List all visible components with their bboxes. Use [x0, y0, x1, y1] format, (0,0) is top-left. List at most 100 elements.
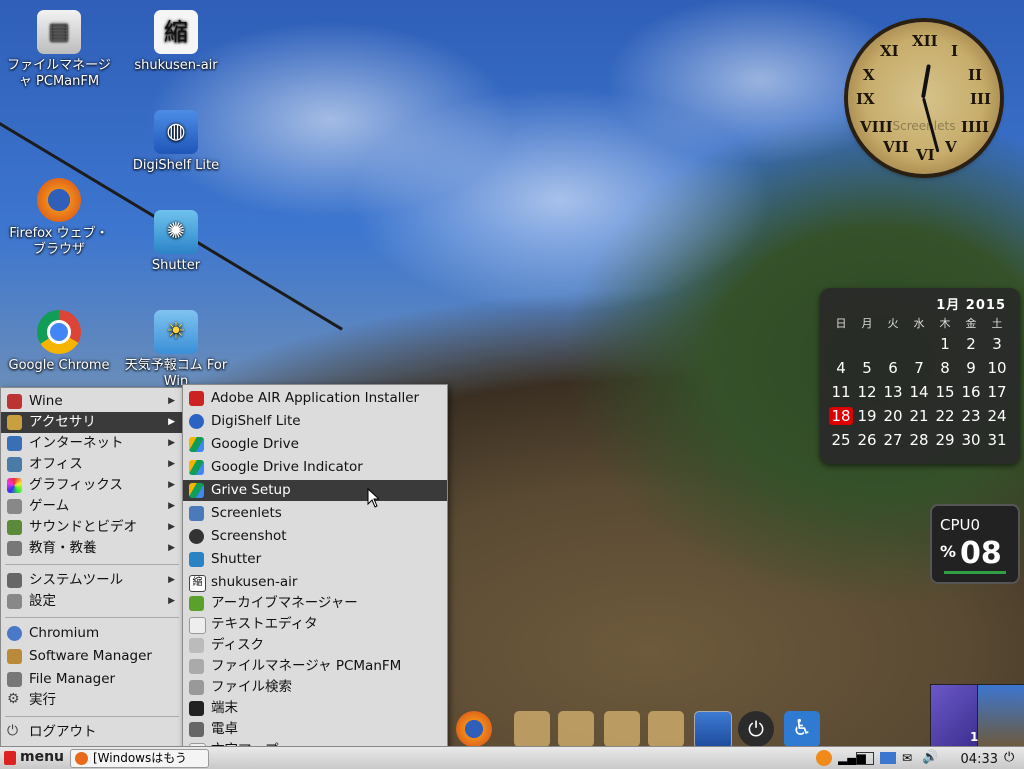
submenu-item-archive-manager[interactable]: アーカイブマネージャー — [183, 593, 447, 614]
menu-item-file-manager[interactable]: File Manager — [1, 669, 183, 690]
menu-item-label: ファイルマネージャ PCManFM — [211, 658, 402, 674]
desktop-icon-label: shukusen-air — [134, 58, 218, 73]
menu-item-sound-video[interactable]: サウンドとビデオ ▶ — [1, 517, 183, 538]
menu-item-logout[interactable]: ⏻ ログアウト — [1, 722, 183, 743]
submenu-item-shutter[interactable]: Shutter — [183, 549, 447, 570]
calculator-icon — [189, 722, 204, 737]
submenu-item-calculator[interactable]: 電卓 — [183, 719, 447, 740]
menu-item-internet[interactable]: インターネット ▶ — [1, 433, 183, 454]
menu-item-education[interactable]: 教育・教養 ▶ — [1, 538, 183, 559]
clock-time[interactable]: 04:33 — [961, 752, 998, 767]
desktop-icon-label: DigiShelf Lite — [132, 158, 220, 173]
menu-item-accessories[interactable]: アクセサリ ▶ — [1, 412, 183, 433]
submenu-item-terminal[interactable]: 端末 — [183, 698, 447, 719]
submenu-arrow-icon: ▶ — [168, 459, 175, 469]
calendar-week-row: 1 2 3 — [828, 332, 1010, 356]
menu-item-run[interactable]: ⚙ 実行 — [1, 690, 183, 711]
calendar-grid: 日 月 火 水 木 金 土 1 2 3 4 5 6 7 8 9 10 11 12… — [828, 314, 1010, 452]
dock-accessibility-icon[interactable]: ♿ — [784, 711, 820, 747]
calendar-screenlet[interactable]: 1月 2015 日 月 火 水 木 金 土 1 2 3 4 5 6 7 8 9 … — [820, 288, 1020, 464]
digishelf-icon — [189, 414, 204, 429]
submenu-arrow-icon: ▶ — [168, 438, 175, 448]
dock-firefox-icon[interactable] — [456, 711, 492, 747]
submenu-arrow-icon: ▶ — [168, 417, 175, 427]
education-icon — [7, 541, 22, 556]
chat-icon[interactable]: ✉ — [902, 750, 918, 766]
submenu-item-disks[interactable]: ディスク — [183, 635, 447, 656]
desktop-icon-label: Shutter — [151, 258, 201, 273]
battery-icon[interactable] — [856, 752, 874, 765]
file-manager-icon: ▤ — [37, 10, 81, 54]
menu-item-label: アクセサリ — [29, 414, 96, 430]
clock-numeral: VII — [883, 138, 909, 156]
desktop-icon-shutter[interactable]: ✺ Shutter — [121, 210, 231, 274]
calendar-weekday: 月 — [861, 317, 873, 330]
calendar-day — [828, 332, 854, 356]
submenu-item-file-search[interactable]: ファイル検索 — [183, 677, 447, 698]
calendar-day: 7 — [914, 359, 924, 377]
calendar-week-row: 11 12 13 14 15 16 17 — [828, 380, 1010, 404]
input-method-icon[interactable] — [816, 750, 832, 766]
calendar-day: 21 — [909, 407, 929, 425]
menu-item-label: Adobe AIR Application Installer — [211, 390, 420, 406]
cpu-monitor-screenlet[interactable]: CPU0 % 08 — [930, 504, 1020, 584]
dock-power-icon[interactable]: ⏻ — [738, 711, 774, 747]
calendar-day — [854, 332, 880, 356]
calendar-day: 27 — [883, 431, 903, 449]
taskbar-window-button[interactable]: [Windowsはもう — [70, 749, 209, 768]
desktop-icon-shukusen[interactable]: 縮 shukusen-air — [121, 10, 231, 74]
settings-icon — [7, 594, 22, 609]
submenu-arrow-icon: ▶ — [168, 501, 175, 511]
disk-icon — [189, 638, 204, 653]
workspace-2-thumbnail[interactable] — [977, 684, 1024, 748]
menu-item-system-tools[interactable]: システムツール ▶ — [1, 570, 183, 591]
dock-monitor-icon[interactable] — [694, 711, 732, 749]
taskbar-window-label: [Windowsはもう — [93, 751, 187, 765]
menu-item-office[interactable]: オフィス ▶ — [1, 454, 183, 475]
calendar-day: 6 — [888, 359, 898, 377]
screenlets-icon — [189, 506, 204, 521]
display-icon[interactable] — [880, 752, 896, 764]
menu-item-games[interactable]: ゲーム ▶ — [1, 496, 183, 517]
clock-screenlet[interactable]: XII I II III IIII V VI VII VIII IX X XI … — [848, 22, 1000, 174]
network-signal-icon[interactable]: ▂▄▆ — [838, 750, 866, 766]
menu-item-chromium[interactable]: Chromium — [1, 623, 183, 644]
desktop-icon-weather[interactable]: ☀ 天気予報コム For Win — [121, 310, 231, 390]
submenu-item-shukusen[interactable]: 縮 shukusen-air — [183, 572, 447, 593]
workspace-pager[interactable]: 1 — [930, 684, 1024, 748]
clock-numeral: II — [968, 66, 983, 84]
submenu-item-google-drive[interactable]: Google Drive — [183, 434, 447, 455]
firefox-icon — [75, 752, 88, 765]
desktop-icon-digishelf[interactable]: ◍ DigiShelf Lite — [121, 110, 231, 174]
dock-home-icon[interactable] — [514, 711, 550, 747]
submenu-item-google-drive-indicator[interactable]: Google Drive Indicator — [183, 457, 447, 478]
desktop-icon-firefox[interactable]: Firefox ウェブ・ブラウザ — [4, 178, 114, 258]
submenu-item-pcmanfm[interactable]: ファイルマネージャ PCManFM — [183, 656, 447, 677]
volume-icon[interactable]: 🔊 — [922, 750, 938, 766]
power-icon[interactable]: ⏻ — [1004, 750, 1020, 766]
dock-history-icon[interactable] — [604, 711, 640, 747]
graphics-icon — [7, 478, 22, 493]
submenu-item-text-editor[interactable]: テキストエディタ — [183, 614, 447, 635]
menu-separator — [5, 617, 179, 618]
submenu-item-digishelf[interactable]: DigiShelf Lite — [183, 411, 447, 432]
submenu-item-screenshot[interactable]: Screenshot — [183, 526, 447, 547]
menu-item-graphics[interactable]: グラフィックス ▶ — [1, 475, 183, 496]
clock-numeral: I — [951, 42, 959, 60]
software-manager-icon — [7, 649, 22, 664]
desktop-icon-file-manager[interactable]: ▤ ファイルマネージャ PCManFM — [4, 10, 114, 90]
menu-item-wine[interactable]: Wine ▶ — [1, 391, 183, 412]
calendar-month-header: 1月 2015 — [936, 298, 1006, 313]
clock-numeral: VI — [916, 146, 935, 164]
clock-label: Screenlets — [892, 119, 956, 133]
desktop-icon-chrome[interactable]: Google Chrome — [4, 310, 114, 374]
submenu-item-screenlets[interactable]: Screenlets — [183, 503, 447, 524]
dock-document-icon[interactable] — [558, 711, 594, 747]
start-menu-button[interactable]: menu — [2, 749, 70, 767]
menu-item-settings[interactable]: 設定 ▶ — [1, 591, 183, 612]
submenu-item-grive-setup[interactable]: Grive Setup — [183, 480, 447, 501]
submenu-item-adobe-air[interactable]: Adobe AIR Application Installer — [183, 388, 447, 409]
menu-item-software-manager[interactable]: Software Manager — [1, 646, 183, 667]
clock-numeral: XII — [912, 32, 938, 50]
dock-download-icon[interactable] — [648, 711, 684, 747]
